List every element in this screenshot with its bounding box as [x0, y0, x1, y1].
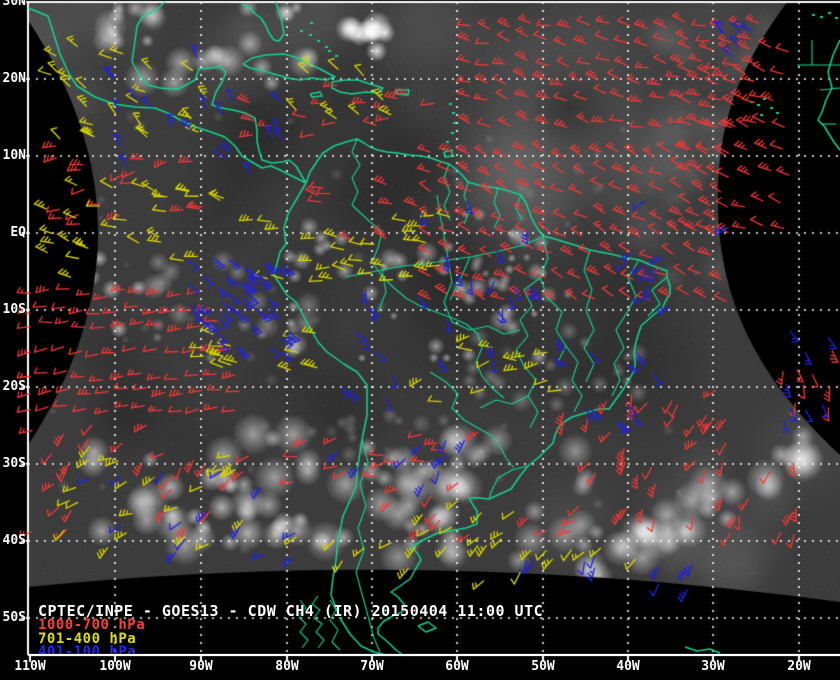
lat-tick-label: 50S [0, 611, 26, 625]
lat-tick-label: 20S [0, 380, 26, 394]
lon-tick-label: 100W [89, 660, 141, 674]
satellite-wind-map: 30N 20N 10N EQ 10S 20S 30S 40S 50S 110W 100W 90W 80… [0, 0, 840, 680]
lon-tick-label: 40W [602, 660, 654, 674]
lon-tick-label: 30W [687, 660, 739, 674]
satellite-imagery-canvas [0, 0, 840, 680]
lon-tick-label: 60W [431, 660, 483, 674]
legend-item-high: 401-100 hPa [38, 646, 145, 660]
lon-tick-label: 70W [346, 660, 398, 674]
lat-tick-label: 20N [0, 72, 26, 86]
lat-tick-label: 30S [0, 457, 26, 471]
lat-tick-label: 10S [0, 303, 26, 317]
lat-tick-label: 10N [0, 149, 26, 163]
lon-tick-label: 50W [517, 660, 569, 674]
lat-tick-label: EQ [0, 226, 26, 240]
lat-tick-label: 40S [0, 534, 26, 548]
bottom-axis-line [28, 654, 840, 656]
lon-tick-label: 90W [175, 660, 227, 674]
lon-tick-label: 80W [261, 660, 313, 674]
lon-tick-label: 20W [773, 660, 825, 674]
lat-tick-label: 30N [0, 0, 26, 9]
lon-tick-label: 110W [4, 660, 56, 674]
